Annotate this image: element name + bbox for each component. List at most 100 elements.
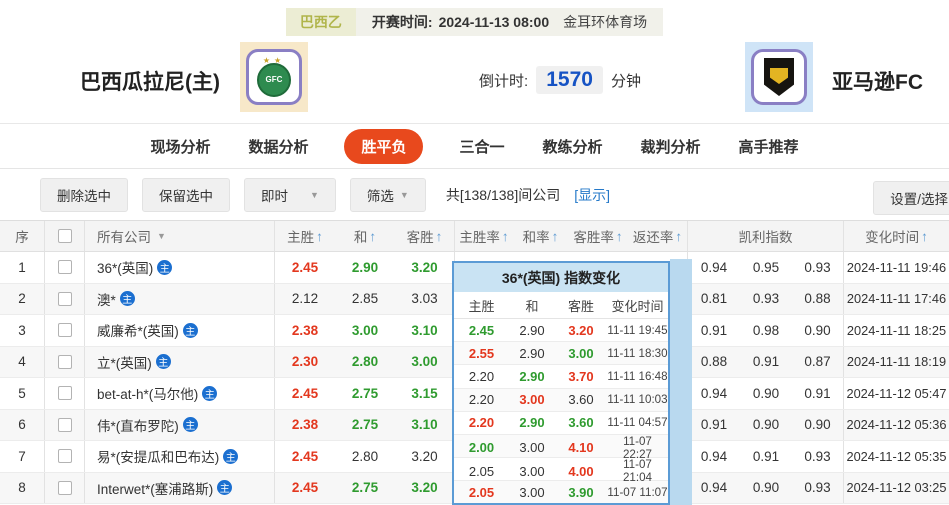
home-odds[interactable]: 2.45 bbox=[275, 252, 335, 283]
away-odds[interactable]: 3.10 bbox=[395, 409, 455, 440]
away-odds[interactable]: 3.00 bbox=[395, 346, 455, 377]
countdown: 倒计时: 1570 分钟 bbox=[440, 66, 680, 94]
col-return-rate[interactable]: 返还率 ↑ bbox=[628, 221, 688, 251]
col-change-time[interactable]: 变化时间 ↑ bbox=[844, 221, 949, 251]
draw-odds[interactable]: 3.00 bbox=[335, 315, 395, 346]
popup-away-odds: 3.60 bbox=[568, 392, 594, 408]
popup-away-odds: 4.00 bbox=[568, 463, 594, 479]
col-away-rate[interactable]: 客胜率 ↑ bbox=[568, 221, 628, 251]
tab-referee-analysis[interactable]: 裁判分析 bbox=[639, 129, 703, 164]
delete-selected-button[interactable]: 删除选中 bbox=[40, 177, 128, 212]
kickoff-info: 开赛时间: 2024-11-13 08:00 金耳环体育场 bbox=[355, 8, 664, 36]
away-odds[interactable]: 3.20 bbox=[395, 472, 455, 503]
filter-dropdown[interactable]: 筛选 ▼ bbox=[349, 177, 426, 212]
tab-three-in-one[interactable]: 三合一 bbox=[457, 129, 506, 164]
popup-change-time: 11-07 22:27 bbox=[622, 434, 652, 461]
col-company-label: 所有公司 bbox=[97, 230, 151, 245]
company-name[interactable]: 易*(安提瓜和巴布达) 主 bbox=[85, 441, 275, 472]
company-name[interactable]: Interwet*(塞浦路斯) 主 bbox=[85, 472, 275, 503]
draw-odds[interactable]: 2.80 bbox=[335, 347, 395, 378]
tab-expert-picks[interactable]: 高手推荐 bbox=[737, 129, 801, 164]
row-checkbox-cell bbox=[45, 378, 85, 409]
row-checkbox[interactable] bbox=[57, 260, 72, 275]
home-odds[interactable]: 2.45 bbox=[275, 378, 335, 409]
countdown-value: 1570 bbox=[536, 66, 603, 94]
col-company[interactable]: 所有公司 ▼ bbox=[85, 221, 275, 251]
instant-dropdown[interactable]: 即时 ▼ bbox=[244, 177, 336, 212]
keep-selected-button[interactable]: 保留选中 bbox=[142, 177, 230, 212]
company-label: 澳* bbox=[97, 292, 116, 308]
row-checkbox[interactable] bbox=[57, 417, 72, 432]
away-odds[interactable]: 3.20 bbox=[395, 252, 455, 283]
draw-odds[interactable]: 2.75 bbox=[335, 410, 395, 441]
tab-coach-analysis[interactable]: 教练分析 bbox=[541, 129, 605, 164]
popup-col-draw: 和 bbox=[525, 298, 539, 314]
popup-draw-odds: 3.00 bbox=[519, 392, 545, 408]
row-checkbox[interactable] bbox=[57, 386, 72, 401]
company-name[interactable]: 威廉希*(英国) 主 bbox=[85, 315, 275, 346]
kelly-index: 0.95 bbox=[752, 259, 780, 275]
popup-away-odds: 3.90 bbox=[568, 484, 594, 500]
col-home-rate-label: 主胜率 bbox=[459, 230, 500, 245]
company-name[interactable]: 立*(英国) 主 bbox=[85, 346, 275, 377]
row-checkbox[interactable] bbox=[57, 291, 72, 306]
settings-select-button[interactable]: 设置/选择 bbox=[873, 181, 949, 215]
kelly-index: 0.91 bbox=[792, 378, 844, 409]
col-draw-rate[interactable]: 和率 ↑ bbox=[513, 221, 568, 251]
draw-odds[interactable]: 2.75 bbox=[335, 378, 395, 409]
home-odds[interactable]: 2.45 bbox=[275, 441, 335, 472]
away-odds[interactable]: 3.15 bbox=[395, 378, 455, 409]
kelly-index: 0.94 bbox=[700, 448, 728, 464]
popup-col-home: 主胜 bbox=[468, 298, 495, 314]
home-odds[interactable]: 2.38 bbox=[275, 315, 335, 346]
tab-live-analysis[interactable]: 现场分析 bbox=[148, 129, 212, 164]
home-odds[interactable]: 2.38 bbox=[275, 410, 335, 441]
change-time: 2024-11-11 18:25 bbox=[846, 322, 947, 338]
draw-odds[interactable]: 2.85 bbox=[335, 284, 395, 315]
popup-home-odds: 2.20 bbox=[468, 392, 495, 408]
company-label: 立*(英国) bbox=[97, 355, 152, 371]
row-checkbox[interactable] bbox=[57, 480, 72, 495]
home-odds[interactable]: 2.30 bbox=[275, 347, 335, 378]
change-time: 2024-11-11 17:46 bbox=[846, 291, 947, 307]
kelly-index: 0.88 bbox=[792, 283, 844, 314]
col-away-odds[interactable]: 客胜 ↑ bbox=[395, 221, 455, 251]
home-odds[interactable]: 2.12 bbox=[275, 284, 335, 315]
row-checkbox[interactable] bbox=[57, 354, 72, 369]
tab-data-analysis[interactable]: 数据分析 bbox=[246, 129, 310, 164]
col-draw-odds[interactable]: 和 ↑ bbox=[335, 221, 395, 251]
company-name[interactable]: 伟*(直布罗陀) 主 bbox=[85, 409, 275, 440]
company-name[interactable]: 澳* 主 bbox=[85, 283, 275, 314]
select-all-checkbox[interactable] bbox=[57, 229, 72, 243]
col-home-odds[interactable]: 主胜 ↑ bbox=[275, 221, 335, 251]
popup-home-odds: 2.45 bbox=[468, 322, 495, 338]
away-odds[interactable]: 3.03 bbox=[395, 283, 455, 314]
away-odds[interactable]: 3.10 bbox=[395, 315, 455, 346]
col-home-rate[interactable]: 主胜率 ↑ bbox=[455, 221, 513, 251]
kelly-index: 0.93 bbox=[792, 441, 844, 472]
draw-odds[interactable]: 2.80 bbox=[335, 441, 395, 472]
row-number: 2 bbox=[0, 283, 45, 314]
company-name[interactable]: 36*(英国) 主 bbox=[85, 252, 275, 283]
company-label: bet-at-h*(马尔他) bbox=[97, 387, 199, 403]
tab-win-draw-lose[interactable]: 胜平负 bbox=[344, 128, 424, 164]
row-checkbox[interactable] bbox=[57, 323, 72, 338]
main-company-icon: 主 bbox=[217, 480, 233, 496]
popup-home-odds: 2.05 bbox=[468, 463, 495, 479]
company-name[interactable]: bet-at-h*(马尔他) 主 bbox=[85, 378, 275, 409]
kickoff-label: 开赛时间: bbox=[371, 14, 433, 30]
main-company-icon: 主 bbox=[182, 322, 198, 338]
away-odds[interactable]: 3.20 bbox=[395, 441, 455, 472]
show-link[interactable]: [显示] bbox=[574, 185, 610, 205]
change-time: 2024-11-12 03:25 bbox=[846, 480, 947, 496]
draw-odds[interactable]: 2.75 bbox=[335, 473, 395, 504]
home-odds[interactable]: 2.45 bbox=[275, 473, 335, 504]
chevron-down-icon: ▼ bbox=[399, 189, 409, 200]
sort-up-icon: ↑ bbox=[435, 228, 443, 244]
row-number: 6 bbox=[0, 409, 45, 440]
popup-title: 36*(英国) 指数变化 bbox=[454, 263, 668, 292]
row-checkbox[interactable] bbox=[57, 449, 72, 464]
kelly-index: 0.93 bbox=[792, 252, 844, 283]
row-checkbox-cell bbox=[45, 252, 85, 283]
draw-odds[interactable]: 2.90 bbox=[335, 252, 395, 283]
